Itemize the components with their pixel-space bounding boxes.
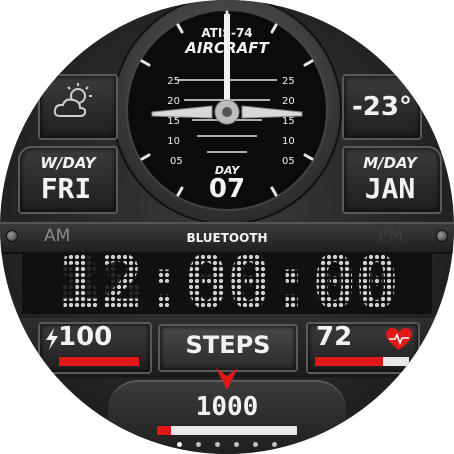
scale-left-10: 10 [167,136,180,147]
attitude-gauge[interactable]: ATIS-74 AIRCRAFT 25 20 15 10 05 25 20 15… [112,0,342,226]
time-value: 12:00:00 [56,240,399,326]
scale-left-15: 15 [167,116,180,127]
battery-bar-fill [59,357,139,366]
scale-right-10: 10 [282,136,295,147]
page-dot[interactable] [177,442,182,447]
am-indicator: AM [44,226,71,246]
scale-left: 25 20 15 10 05 [150,72,183,172]
page-dot[interactable] [253,442,258,447]
bluetooth-status: BLUETOOTH [186,231,268,245]
scale-left-25: 25 [167,76,180,87]
partly-cloudy-icon [53,83,92,117]
scale-right-20: 20 [282,96,295,107]
steps-bar [156,425,298,436]
page-dot[interactable] [272,442,277,447]
gauge-subtitle: AIRCRAFT [185,39,269,57]
page-dot[interactable] [215,442,220,447]
watch-face: ATIS-74 AIRCRAFT 25 20 15 10 05 25 20 15… [0,0,454,454]
month-value: JAN [364,172,416,205]
scale-right: 25 20 15 10 05 [282,72,312,172]
pm-indicator: PM [378,226,403,246]
page-dot[interactable] [234,442,239,447]
battery-value: 100 [58,322,113,352]
heart-pulse-icon [386,328,412,350]
heart-rate-bar [314,356,410,367]
scale-left-20: 20 [167,96,180,107]
battery-bar [58,356,140,367]
month-label: M/DAY [363,154,417,172]
weekday-value: FRI [40,172,92,205]
heart-rate-bar-fill [315,357,383,366]
scale-left-05: 05 [170,156,183,167]
screw-icon [6,230,18,242]
scale-right-25: 25 [282,76,295,87]
steps-value: 1000 [195,392,259,422]
heart-rate-value: 72 [316,322,353,352]
steps-label: STEPS [185,331,271,359]
scale-right-15: 15 [282,116,295,127]
gauge-title: ATIS-74 [201,26,253,40]
weekday-label: W/DAY [40,154,96,172]
page-dot[interactable] [196,442,201,447]
screw-icon [436,230,448,242]
steps-bar-fill [157,426,171,435]
page-indicator [177,442,277,450]
temperature-value: -23° [352,92,412,122]
scale-right-05: 05 [282,156,295,167]
day-value: 07 [208,174,246,204]
pointer-icon [216,368,238,390]
